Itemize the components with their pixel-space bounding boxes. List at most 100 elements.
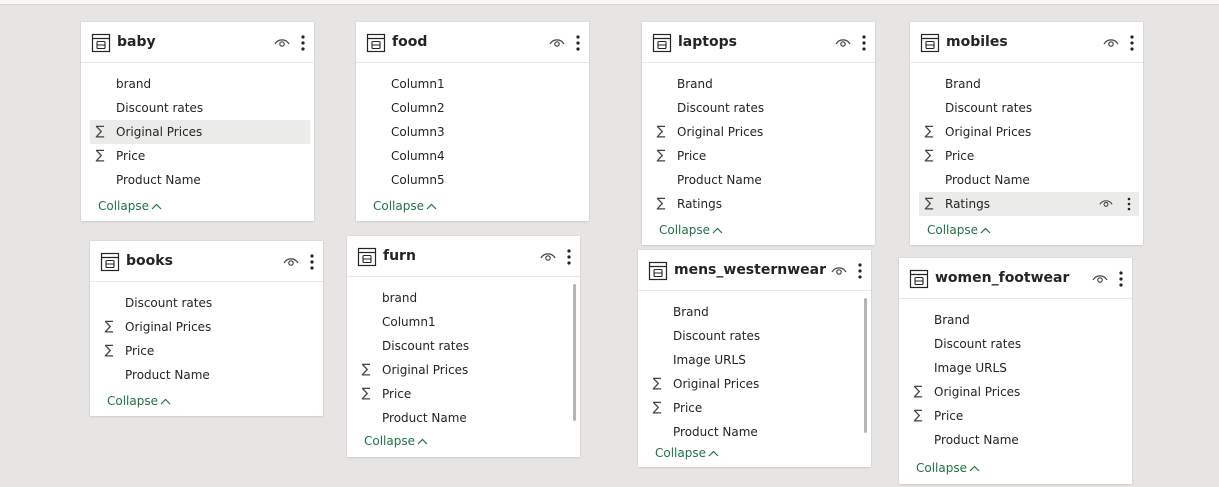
eye-icon[interactable] [549,37,565,49]
table-title[interactable]: food [392,34,427,50]
field-row[interactable]: Brand [910,72,1143,96]
field-row[interactable]: Discount rates [899,332,1132,356]
collapse-link[interactable]: Collapse [659,223,723,237]
collapse-link[interactable]: Collapse [107,394,171,408]
field-list: brand Column1 Discount rates ∑ Original P… [347,277,580,430]
field-row[interactable]: ∑ Original Prices [347,358,580,382]
more-options-icon[interactable] [309,253,315,271]
field-row[interactable]: ∑ Price [899,404,1132,428]
field-label: Price [945,149,975,163]
field-row[interactable]: Column2 [356,96,589,120]
field-row[interactable]: Product Name [90,363,323,387]
eye-icon[interactable] [540,251,556,263]
table-title[interactable]: women_footwear [935,270,1069,286]
more-options-icon[interactable] [1129,34,1135,52]
field-row[interactable]: Product Name [638,420,871,444]
field-row[interactable]: ∑ Original Prices [90,315,323,339]
field-label: Original Prices [673,377,760,391]
table-card-mobiles[interactable]: mobiles Brand Discount rates ∑ Original P… [910,22,1143,245]
table-card-women-footwear[interactable]: women_footwear Brand Discount rates Imag… [899,258,1132,484]
more-options-icon[interactable] [566,248,572,266]
field-label: Brand [677,77,713,91]
eye-icon[interactable] [1103,37,1119,49]
table-card-food[interactable]: food Column1 Column2 Column3 Column4 Col… [356,22,589,221]
collapse-link[interactable]: Collapse [98,199,162,213]
field-row[interactable]: ∑ Price [90,339,323,363]
table-card-books[interactable]: books Discount rates ∑ Original Prices ∑ P… [90,241,323,416]
eye-icon[interactable] [274,37,290,49]
more-options-icon[interactable] [1118,270,1124,288]
table-title[interactable]: mens_westernwear [674,262,826,278]
more-options-icon[interactable] [300,34,306,52]
field-row[interactable]: Product Name [910,168,1143,192]
collapse-label: Collapse [659,223,710,237]
eye-icon[interactable] [1099,198,1113,209]
field-row[interactable]: Discount rates [642,96,875,120]
table-title[interactable]: furn [383,248,416,264]
field-row[interactable]: Brand [642,72,875,96]
field-row[interactable]: brand [81,72,314,96]
collapse-link[interactable]: Collapse [364,434,428,448]
field-row[interactable]: Column3 [356,120,589,144]
field-row[interactable]: ∑ Price [81,144,314,168]
table-card-laptops[interactable]: laptops Brand Discount rates ∑ Original P… [642,22,875,245]
field-row[interactable]: ∑ Original Prices [899,380,1132,404]
field-row[interactable]: Product Name [642,168,875,192]
field-label: Original Prices [945,125,1032,139]
scrollbar[interactable] [864,298,867,433]
field-row-selected[interactable]: ∑ Original Prices [90,120,310,144]
field-row[interactable]: Discount rates [910,96,1143,120]
field-label: Discount rates [125,296,213,310]
field-label: Product Name [125,368,210,382]
field-row[interactable]: ∑ Price [638,396,871,420]
field-row[interactable]: ∑ Original Prices [642,120,875,144]
eye-icon[interactable] [835,37,851,49]
more-options-icon[interactable] [857,262,863,280]
field-row[interactable]: Brand [899,308,1132,332]
table-card-baby[interactable]: baby brand Discount rates ∑ Original Pric… [81,22,314,221]
table-card-mens-westernwear[interactable]: mens_westernwear Brand Discount rates Im… [638,250,871,467]
field-row[interactable]: Column4 [356,144,589,168]
card-header: women_footwear [899,258,1132,299]
collapse-link[interactable]: Collapse [373,199,437,213]
scrollbar[interactable] [573,284,576,421]
more-options-icon[interactable] [1126,196,1132,212]
table-title[interactable]: mobiles [946,34,1008,50]
card-header: books [90,241,323,282]
field-row[interactable]: ∑ Original Prices [638,372,871,396]
field-row-hovered[interactable]: ∑ Ratings [919,192,1139,216]
field-row[interactable]: ∑ Ratings [642,192,875,216]
field-row[interactable]: Product Name [81,168,314,192]
more-options-icon[interactable] [575,34,581,52]
field-row[interactable]: ∑ Price [910,144,1143,168]
field-row[interactable]: Image URLS [899,356,1132,380]
field-row[interactable]: Column5 [356,168,589,192]
field-row[interactable]: ∑ Price [642,144,875,168]
field-row[interactable]: Discount rates [90,291,323,315]
more-options-icon[interactable] [861,34,867,52]
collapse-link[interactable]: Collapse [655,446,719,460]
eye-icon[interactable] [831,265,847,277]
field-label: Price [382,387,412,401]
field-row[interactable]: Brand [638,300,871,324]
field-row[interactable]: ∑ Original Prices [910,120,1143,144]
collapse-link[interactable]: Collapse [916,461,980,475]
table-card-furn[interactable]: furn brand Column1 Discount rates ∑ Origi… [347,236,580,457]
table-title[interactable]: books [126,253,173,269]
field-row[interactable]: Product Name [899,428,1132,452]
eye-icon[interactable] [283,256,299,268]
field-row[interactable]: Image URLS [638,348,871,372]
field-row[interactable]: Discount rates [81,96,314,120]
eye-icon[interactable] [1092,273,1108,285]
field-row[interactable]: Column1 [356,72,589,96]
field-row[interactable]: Discount rates [347,334,580,358]
field-row[interactable]: ∑ Price [347,382,580,406]
field-row[interactable]: Column1 [347,310,580,334]
field-label: Column3 [391,125,445,139]
field-row[interactable]: Discount rates [638,324,871,348]
table-title[interactable]: baby [117,34,156,50]
field-row[interactable]: brand [347,286,580,310]
field-row[interactable]: Product Name [347,406,580,430]
collapse-link[interactable]: Collapse [927,223,991,237]
table-title[interactable]: laptops [678,34,737,50]
